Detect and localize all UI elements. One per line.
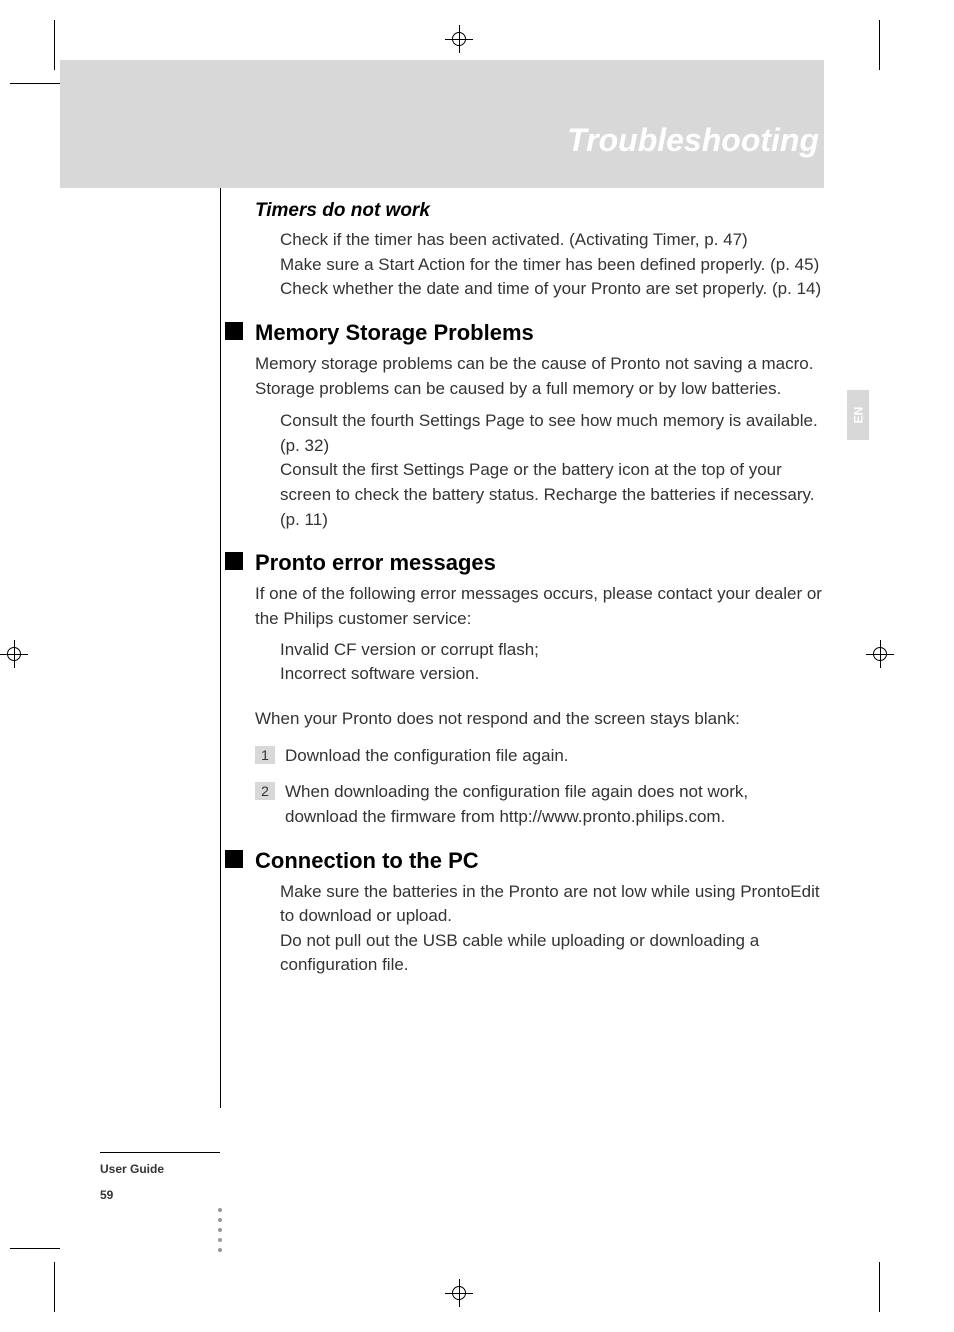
- errors-intro: If one of the following error messages o…: [255, 582, 825, 631]
- step-number-1: 1: [255, 746, 275, 764]
- step-2: 2 When downloading the configuration fil…: [255, 780, 825, 829]
- connection-line1: Make sure the batteries in the Pronto ar…: [280, 880, 825, 929]
- crop-mark: [54, 1262, 55, 1312]
- crop-mark: [54, 20, 55, 70]
- errors-line2: Incorrect software version.: [280, 662, 825, 687]
- timers-line2: Make sure a Start Action for the timer h…: [280, 253, 825, 278]
- footer-page-number: 59: [100, 1188, 220, 1202]
- crop-mark: [10, 83, 60, 84]
- step-number-2: 2: [255, 782, 275, 800]
- memory-heading: Memory Storage Problems: [255, 320, 825, 346]
- errors-blank-intro: When your Pronto does not respond and th…: [255, 707, 825, 732]
- step-1-text: Download the configuration file again.: [285, 744, 569, 769]
- crop-mark: [879, 20, 880, 70]
- memory-line1: Consult the fourth Settings Page to see …: [280, 409, 825, 458]
- registration-mark: [866, 640, 894, 668]
- registration-mark: [445, 1279, 473, 1307]
- registration-mark: [445, 25, 473, 53]
- content-divider: [220, 188, 221, 1108]
- timers-heading: Timers do not work: [255, 200, 825, 222]
- footer-dots: [218, 1208, 222, 1252]
- crop-mark: [10, 1248, 60, 1249]
- memory-heading-text: Memory Storage Problems: [255, 320, 534, 345]
- footer-rule: [100, 1152, 220, 1153]
- registration-mark: [0, 640, 28, 668]
- language-tab: EN: [847, 390, 869, 440]
- page-title: Troubleshooting: [567, 122, 819, 159]
- language-label: EN: [851, 407, 865, 424]
- footer-area: User Guide 59: [100, 1162, 220, 1202]
- content-area: Timers do not work Check if the timer ha…: [225, 188, 825, 978]
- timers-line1: Check if the timer has been activated. (…: [280, 228, 825, 253]
- errors-heading-text: Pronto error messages: [255, 550, 496, 575]
- memory-intro: Memory storage problems can be the cause…: [255, 352, 825, 401]
- section-marker-icon: [225, 322, 243, 340]
- memory-line2: Consult the first Settings Page or the b…: [280, 458, 825, 532]
- errors-line1: Invalid CF version or corrupt flash;: [280, 638, 825, 663]
- timers-line3: Check whether the date and time of your …: [280, 277, 825, 302]
- connection-heading-text: Connection to the PC: [255, 848, 479, 873]
- errors-heading: Pronto error messages: [255, 550, 825, 576]
- footer-label: User Guide: [100, 1162, 220, 1176]
- connection-heading: Connection to the PC: [255, 848, 825, 874]
- section-marker-icon: [225, 552, 243, 570]
- connection-line2: Do not pull out the USB cable while uplo…: [280, 929, 825, 978]
- crop-mark: [879, 1262, 880, 1312]
- step-2-text: When downloading the configuration file …: [285, 780, 825, 829]
- section-marker-icon: [225, 850, 243, 868]
- step-1: 1 Download the configuration file again.: [255, 744, 825, 769]
